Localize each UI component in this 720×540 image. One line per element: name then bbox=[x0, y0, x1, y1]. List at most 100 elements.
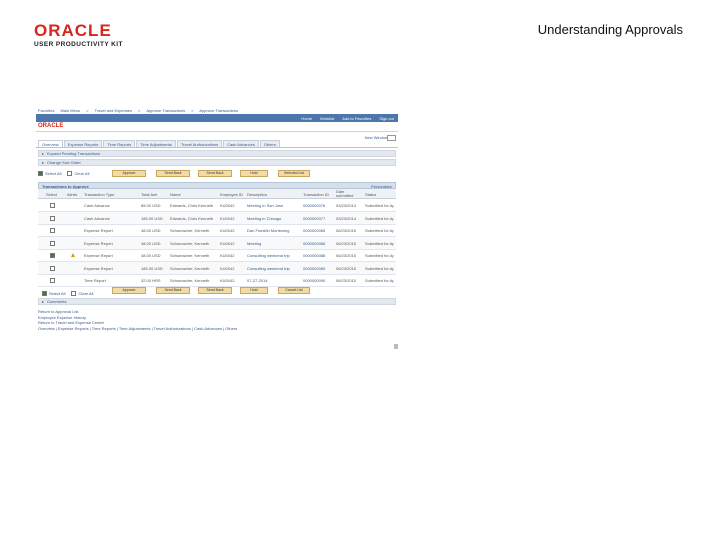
date-cell: 06/23/2015 bbox=[336, 228, 357, 233]
col-date-submitted[interactable]: Date submitted bbox=[336, 190, 356, 197]
cancel-list-button[interactable]: Cancel List bbox=[278, 287, 310, 294]
change-sort-section[interactable]: Change Sort Order bbox=[38, 159, 396, 166]
upk-logo: ORACLE USER PRODUCTIVITY KIT bbox=[34, 22, 123, 49]
col-description[interactable]: Description bbox=[247, 192, 267, 197]
name-cell: Edwards, Chris Kenneth bbox=[170, 215, 214, 221]
expand-arrow-icon[interactable] bbox=[42, 300, 44, 303]
col-total-amt[interactable]: Total Amt bbox=[141, 192, 157, 197]
bottom-select-row: Select All Clear All bbox=[42, 289, 102, 297]
resize-handle-icon[interactable] bbox=[394, 344, 398, 349]
name-cell: Schumacher, Kenneth bbox=[170, 278, 210, 283]
table-row[interactable]: Cash Advance 185.00 USD Edwards, Chris Ken… bbox=[38, 211, 396, 225]
status-cell: Submitted for Approval bbox=[365, 278, 394, 283]
description-cell[interactable]: Consulting weekend trip bbox=[247, 253, 301, 258]
employee-id-cell: KU0042 bbox=[220, 215, 235, 221]
app-screenshot: Favorites Main Menu > Travel and Expense… bbox=[36, 106, 398, 350]
transaction-id-cell[interactable]: 0000000085 bbox=[303, 228, 334, 233]
clear-all-label[interactable]: Clear All bbox=[74, 171, 89, 176]
table-row[interactable]: Cash Advance 85.00 USD Edwards, Chris Kenn… bbox=[38, 199, 396, 212]
approve-button[interactable]: Approve bbox=[112, 170, 146, 177]
footer-tab-links[interactable]: Overview | Expense Reports | Time Report… bbox=[38, 326, 237, 332]
bottom-links: Return to Approval List Employee Expense… bbox=[38, 309, 237, 331]
col-transaction-type[interactable]: Transaction Type bbox=[84, 192, 114, 197]
col-select[interactable]: Select bbox=[46, 192, 57, 197]
sign-out-link[interactable]: Sign out bbox=[379, 116, 394, 121]
row-select-checkbox[interactable] bbox=[50, 253, 55, 258]
status-cell: Submitted for Approval bbox=[365, 228, 394, 233]
transaction-id-cell[interactable]: 0000000089 bbox=[303, 266, 334, 271]
comments-label: Comments bbox=[47, 299, 67, 304]
status-cell: Submitted for Approval bbox=[365, 215, 394, 221]
row-select-checkbox[interactable] bbox=[50, 240, 55, 246]
hold-button[interactable]: Hold bbox=[240, 170, 268, 177]
nav-travel-expenses[interactable]: Travel and Expenses bbox=[95, 108, 132, 113]
new-window-icon[interactable] bbox=[387, 135, 396, 141]
transaction-id-cell[interactable]: 0000000076 bbox=[303, 203, 334, 208]
send-back-button-bottom[interactable]: Send Back bbox=[156, 287, 190, 294]
col-alerts[interactable]: Alerts bbox=[67, 192, 77, 197]
send-back-button[interactable]: Send Back bbox=[156, 170, 190, 177]
clear-all-label-bottom[interactable]: Clear All bbox=[78, 291, 93, 296]
col-status[interactable]: Status bbox=[365, 192, 376, 197]
send-back-button-2[interactable]: Send Back bbox=[198, 170, 232, 177]
nav-sep-1: > bbox=[86, 107, 89, 113]
employee-id-cell: KU0042 bbox=[220, 203, 235, 208]
expand-pending-section[interactable]: Expand Pending Transactions bbox=[38, 150, 396, 157]
select-all-label-bottom[interactable]: Select All bbox=[49, 291, 65, 296]
description-cell[interactable]: Meeting in San Jose bbox=[247, 203, 301, 208]
worklist-link[interactable]: Worklist bbox=[320, 116, 334, 121]
col-employee-id[interactable]: Employee ID bbox=[220, 192, 243, 197]
new-window-link[interactable]: New Window bbox=[365, 135, 388, 140]
col-name[interactable]: Name bbox=[170, 192, 181, 197]
row-select-checkbox[interactable] bbox=[50, 265, 55, 271]
brand-bar: ORACLE bbox=[36, 122, 398, 132]
column-headers: Select Alerts Transaction Type Total Amt… bbox=[38, 189, 396, 199]
transaction-type-cell: Cash Advance bbox=[84, 215, 110, 221]
add-favorites-link[interactable]: Add to Favorites bbox=[342, 116, 371, 121]
transaction-id-cell[interactable]: 0000000090 bbox=[303, 278, 334, 283]
row-select-checkbox[interactable] bbox=[50, 215, 55, 221]
description-cell[interactable]: Meeting bbox=[247, 241, 301, 246]
select-all-checkbox[interactable] bbox=[38, 170, 43, 176]
row-select-checkbox[interactable] bbox=[50, 203, 55, 208]
comments-section[interactable]: Comments bbox=[38, 298, 396, 305]
status-cell: Submitted for Approval bbox=[365, 203, 394, 208]
transaction-id-cell[interactable]: 0000000088 bbox=[303, 253, 334, 258]
table-row[interactable]: Expense Report 185.00 USD Schumacher, Kenn… bbox=[38, 261, 396, 275]
row-select-checkbox[interactable] bbox=[50, 278, 55, 283]
select-all-checkbox-bottom[interactable] bbox=[42, 290, 47, 296]
transaction-id-cell[interactable]: 0000000086 bbox=[303, 241, 334, 246]
hold-button-bottom[interactable]: Hold bbox=[240, 287, 268, 294]
table-row[interactable]: Expense Report 48.00 USD Schumacher, Kenne… bbox=[38, 224, 396, 237]
nav-main-menu[interactable]: Main Menu bbox=[60, 108, 80, 113]
nav-favorites[interactable]: Favorites bbox=[38, 108, 54, 113]
approve-button-bottom[interactable]: Approve bbox=[112, 287, 146, 294]
description-cell[interactable]: 07-27-2014 bbox=[247, 278, 301, 283]
nav-approve-transactions-2[interactable]: Approve Transactions bbox=[199, 108, 238, 113]
total-amt-cell: 48.00 USD bbox=[141, 228, 161, 233]
nav-sep-2: > bbox=[138, 107, 141, 113]
home-link[interactable]: Home bbox=[301, 116, 312, 121]
table-row[interactable]: Expense Report 48.00 USD Schumacher, Kenne… bbox=[38, 236, 396, 250]
description-cell[interactable]: Dan Franklin Monitoring bbox=[247, 228, 301, 233]
send-back-button-bottom-2[interactable]: Send Back bbox=[198, 287, 232, 294]
col-transaction-id[interactable]: Transaction ID bbox=[303, 192, 329, 197]
transaction-id-cell[interactable]: 0000000077 bbox=[303, 216, 334, 221]
breadcrumb: Favorites Main Menu > Travel and Expense… bbox=[36, 106, 398, 114]
table-row[interactable]: Expense Report 48.00 USD Schumacher, Kenne… bbox=[38, 249, 396, 262]
row-select-checkbox[interactable] bbox=[50, 228, 55, 233]
warning-icon bbox=[71, 253, 75, 257]
transaction-type-cell: Time Report bbox=[84, 278, 106, 283]
employee-id-cell: KU0042 bbox=[220, 228, 235, 233]
date-cell: 06/23/2015 bbox=[336, 278, 357, 283]
tab-divider bbox=[36, 147, 398, 148]
description-cell[interactable]: Consulting weekend trip bbox=[247, 266, 301, 271]
nav-approve-transactions[interactable]: Approve Transactions bbox=[146, 108, 185, 113]
clear-all-checkbox[interactable] bbox=[67, 170, 73, 176]
select-all-label[interactable]: Select All bbox=[45, 171, 61, 176]
description-cell[interactable]: Meeting in Chicago bbox=[247, 216, 301, 221]
expand-arrow-icon[interactable] bbox=[42, 161, 44, 164]
expand-arrow-icon[interactable] bbox=[42, 152, 44, 155]
clear-all-checkbox-bottom[interactable] bbox=[71, 290, 77, 296]
selected-list-button[interactable]: Selected List bbox=[278, 170, 310, 177]
